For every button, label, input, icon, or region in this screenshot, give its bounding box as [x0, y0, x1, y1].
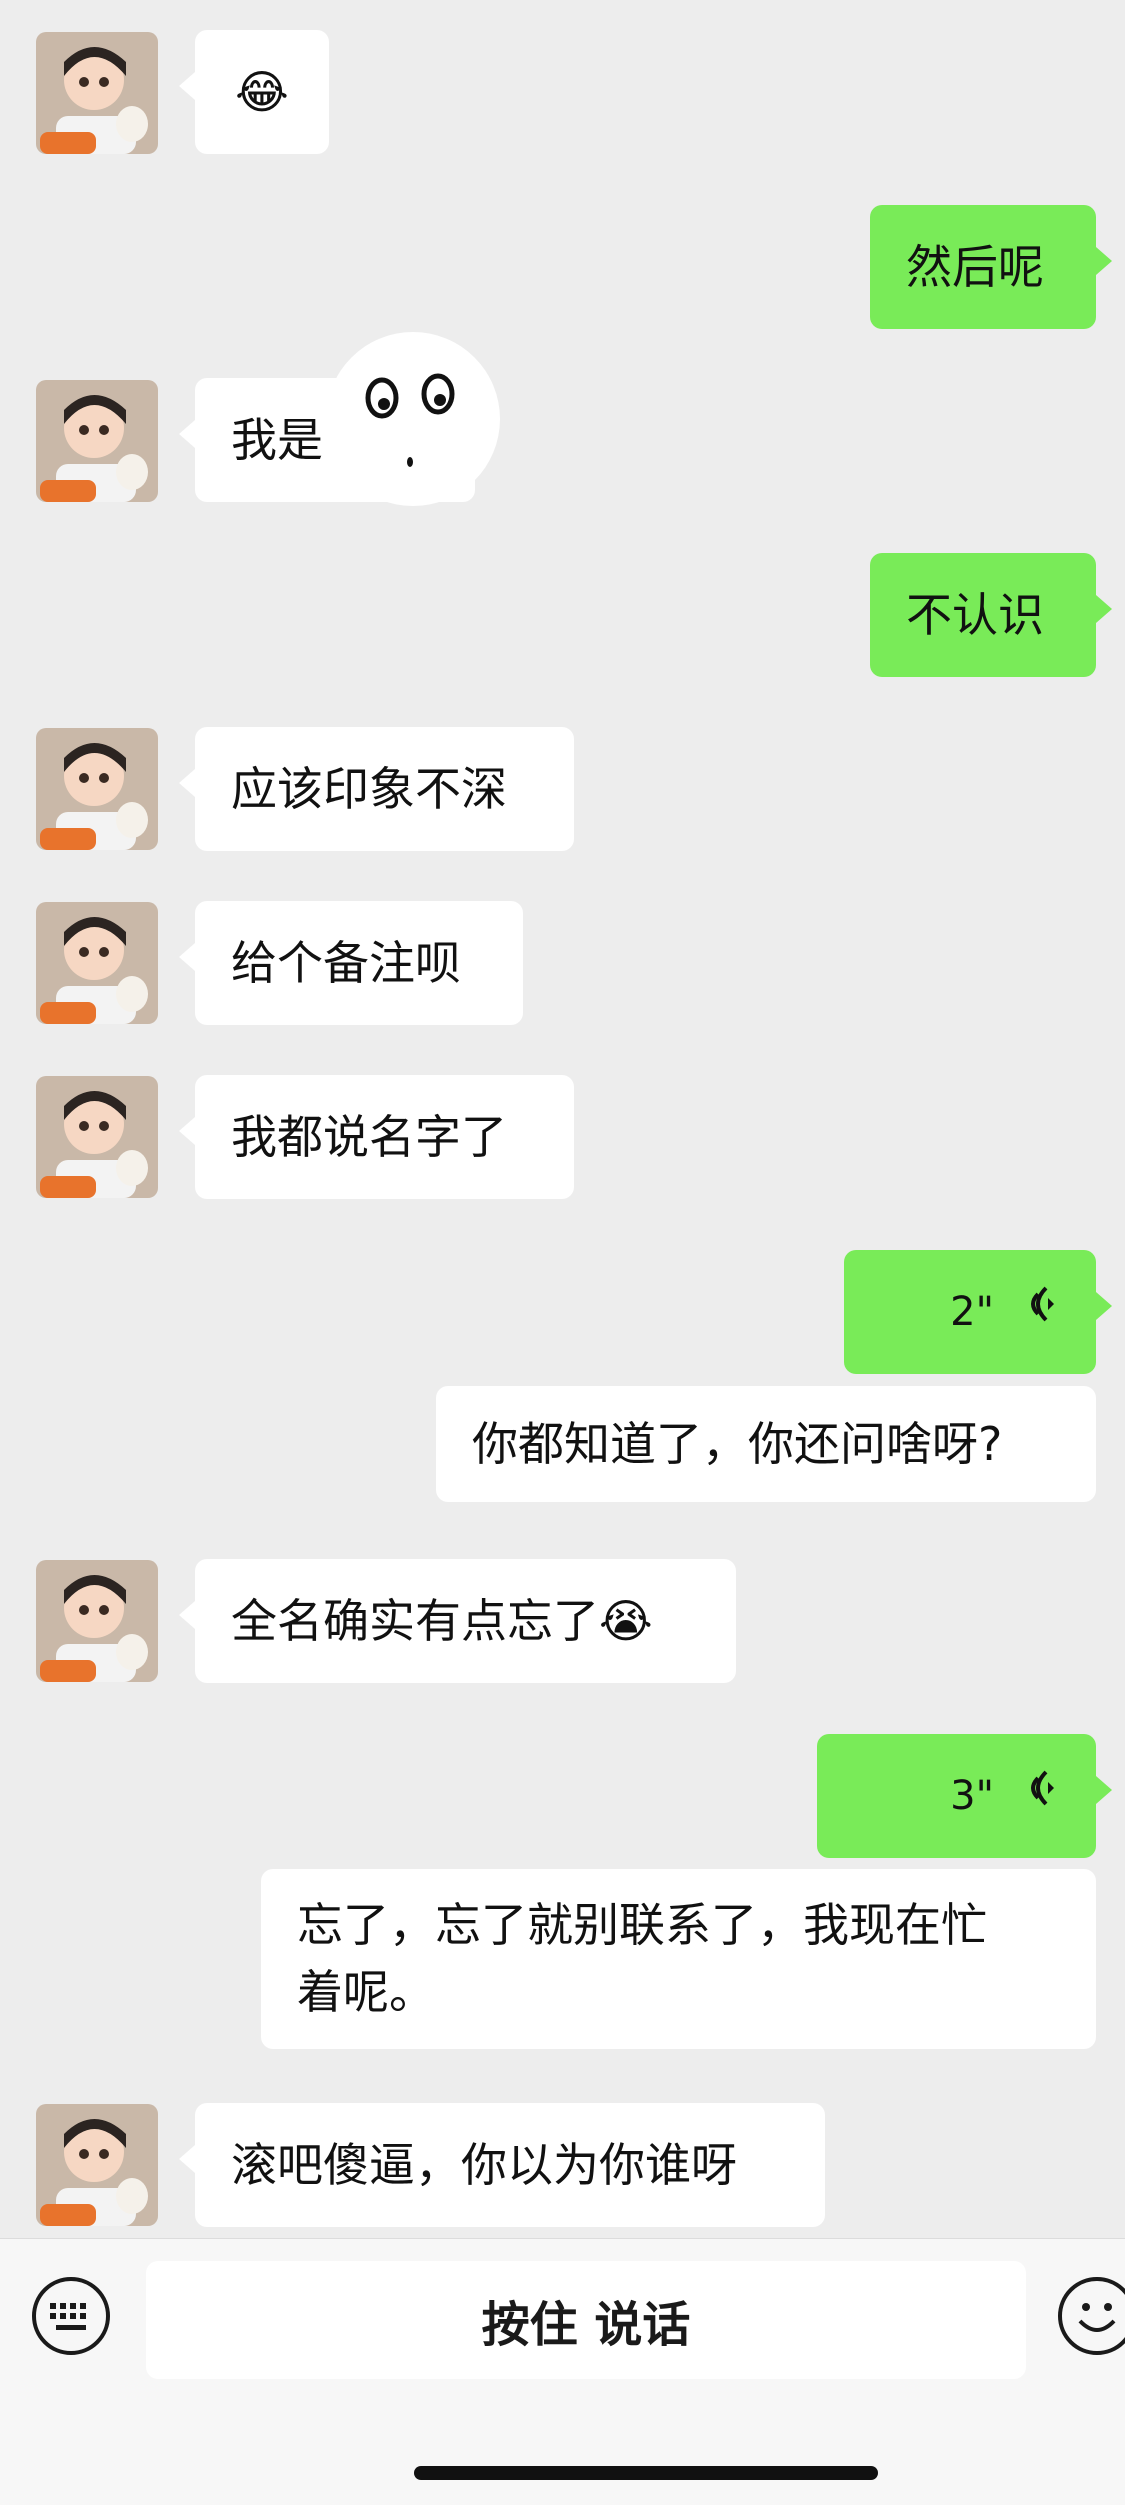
surprised-face-sticker: [326, 332, 500, 506]
contact-avatar[interactable]: [36, 1560, 158, 1682]
message-text: 给个备注呗: [231, 935, 461, 990]
message-bubble-incoming[interactable]: 我都说名字了: [179, 1075, 574, 1199]
message-bubble-incoming[interactable]: 应该印象不深: [179, 727, 574, 851]
emoji-button[interactable]: [1058, 2277, 1125, 2355]
message-bubble-incoming[interactable]: 给个备注呗: [179, 901, 523, 1025]
message-bubble-incoming[interactable]: 全名确实有点忘了😭: [179, 1559, 736, 1683]
smiley-icon: [1062, 2303, 1125, 2355]
message-text: 我都说名字了: [231, 1109, 507, 1164]
voice-message-outgoing[interactable]: 2": [844, 1250, 1112, 1374]
voice-wave-icon: [1020, 1763, 1060, 1830]
voice-message-outgoing[interactable]: 3": [817, 1734, 1112, 1858]
message-bubble-incoming[interactable]: 😂: [179, 30, 329, 154]
chat-message-list[interactable]: 😂 然后呢 我是 不认识 应该印象不深 给个备注呗 我都说名字了 2" 你都知道…: [0, 0, 1125, 2238]
message-bubble-outgoing[interactable]: 不认识: [870, 553, 1112, 677]
contact-avatar[interactable]: [36, 728, 158, 850]
input-bar: 按住 说话: [0, 2238, 1125, 2505]
transcript-text: 你都知道了，你还问啥呀?: [472, 1416, 1003, 1471]
voice-transcript[interactable]: 你都知道了，你还问啥呀?: [436, 1386, 1096, 1502]
message-text: 滚吧傻逼，你以为你谁呀: [231, 2137, 737, 2192]
contact-avatar[interactable]: [36, 32, 158, 154]
home-indicator[interactable]: [414, 2466, 878, 2480]
message-text: 应该印象不深: [231, 761, 507, 816]
contact-avatar[interactable]: [36, 380, 158, 502]
message-bubble-incoming[interactable]: 滚吧傻逼，你以为你谁呀: [179, 2103, 825, 2227]
transcript-text-line2: 着呢。: [297, 1965, 435, 2019]
message-text: 然后呢: [906, 239, 1044, 294]
voice-duration: 3": [950, 1773, 994, 1819]
voice-duration: 2": [950, 1289, 994, 1335]
contact-avatar[interactable]: [36, 1076, 158, 1198]
voice-transcript[interactable]: 忘了，忘了就别联系了，我现在忙 着呢。: [261, 1869, 1096, 2049]
voice-wave-icon: [1020, 1279, 1060, 1346]
hold-to-talk-button[interactable]: 按住 说话: [146, 2261, 1026, 2379]
contact-avatar[interactable]: [36, 2104, 158, 2226]
message-text: 我是: [231, 412, 323, 467]
keyboard-icon: [36, 2303, 106, 2355]
hold-to-talk-label: 按住 说话: [481, 2297, 691, 2353]
contact-avatar[interactable]: [36, 902, 158, 1024]
message-text: 全名确实有点忘了😭: [231, 1593, 653, 1648]
message-text: 不认识: [906, 587, 1044, 642]
keyboard-toggle-button[interactable]: [32, 2277, 110, 2355]
transcript-text-line1: 忘了，忘了就别联系了，我现在忙: [297, 1898, 987, 1953]
message-text: 😂: [235, 64, 289, 119]
message-bubble-outgoing[interactable]: 然后呢: [870, 205, 1112, 329]
